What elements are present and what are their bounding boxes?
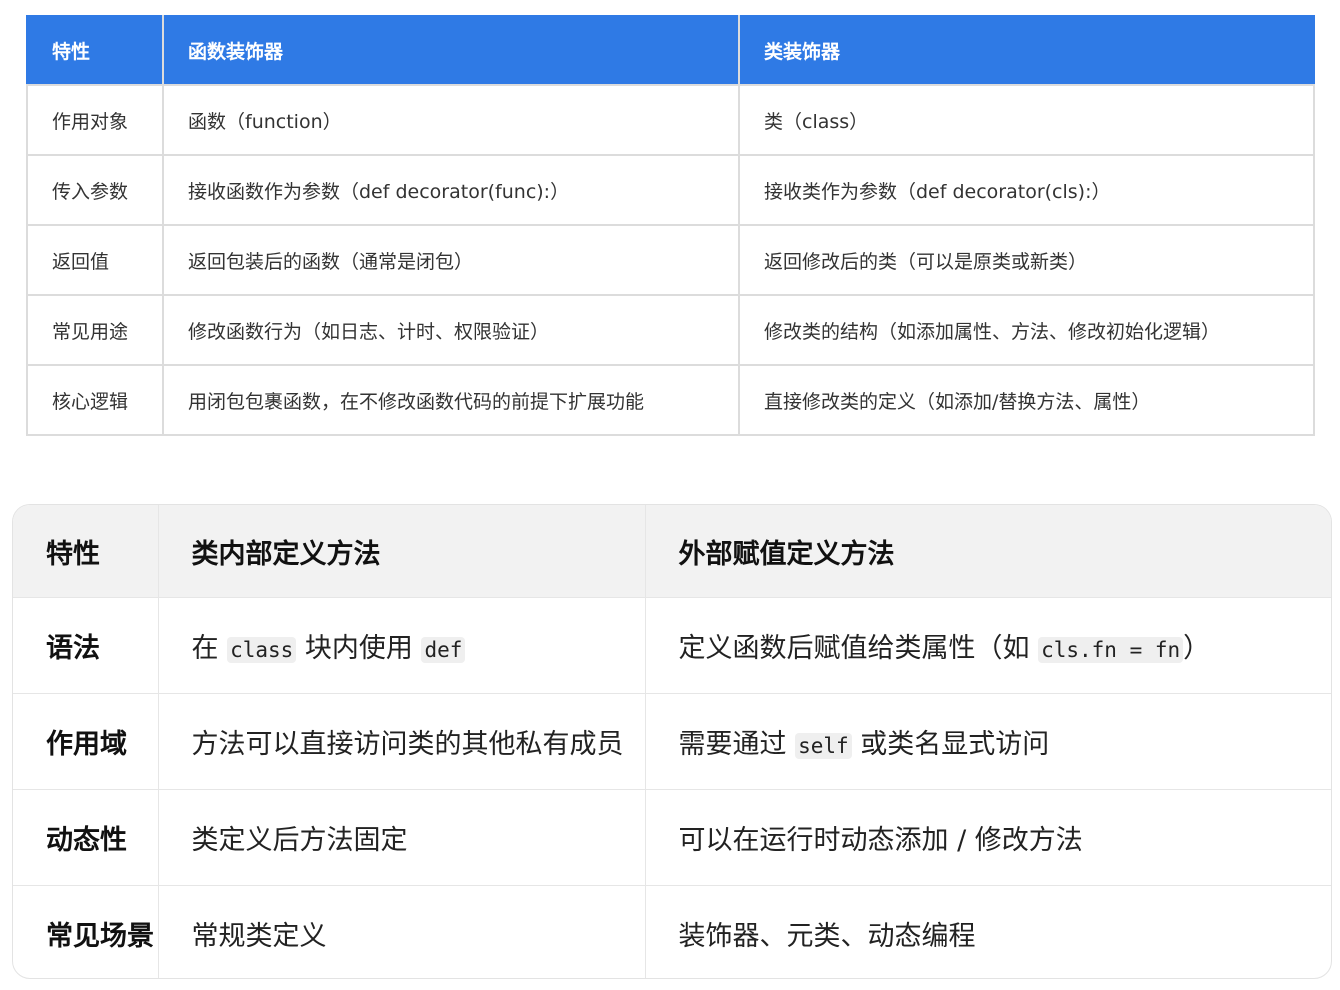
inline-code: cls.fn = fn: [1038, 637, 1184, 663]
cell-text: 定义函数后赋值给类属性（如: [678, 633, 1039, 664]
table-header-row: 特性 函数装饰器 类装饰器: [26, 15, 1315, 86]
table-cell: 接收函数作为参数（def decorator(func):）: [162, 154, 740, 226]
table-row: 动态性 类定义后方法固定 可以在运行时动态添加 / 修改方法: [13, 789, 1331, 886]
table-row: 作用对象 函数（function） 类（class）: [26, 84, 1315, 156]
cell-text: 需要通过: [678, 729, 796, 760]
row-label: 语法: [13, 597, 159, 694]
table-row: 传入参数 接收函数作为参数（def decorator(func):） 接收类作…: [26, 154, 1315, 226]
row-label: 核心逻辑: [26, 364, 164, 436]
row-label: 返回值: [26, 224, 164, 296]
table-cell: 返回修改后的类（可以是原类或新类）: [738, 224, 1315, 296]
cell-text: 块内使用: [296, 633, 422, 664]
header-cell-function-decorator: 函数装饰器: [162, 15, 740, 86]
header-cell-external-method: 外部赋值定义方法: [645, 505, 1331, 598]
header-cell-feature: 特性: [26, 15, 164, 86]
inline-code: def: [421, 637, 466, 663]
table-cell: 定义函数后赋值给类属性（如 cls.fn = fn）: [645, 597, 1331, 694]
inline-code: class: [227, 637, 297, 663]
table-row: 返回值 返回包装后的函数（通常是闭包） 返回修改后的类（可以是原类或新类）: [26, 224, 1315, 296]
table-cell: 装饰器、元类、动态编程: [678, 921, 976, 952]
table-cell: 方法可以直接访问类的其他私有成员: [158, 693, 646, 790]
header-cell-internal-method: 类内部定义方法: [158, 505, 646, 598]
table-cell: 类（class）: [738, 84, 1315, 156]
table-row: 常见场景 常规类定义 装饰器、元类、动态编程: [13, 885, 1331, 978]
table-cell: 直接修改类的定义（如添加/替换方法、属性）: [738, 364, 1315, 436]
table-header-row: 特性 类内部定义方法 外部赋值定义方法: [13, 505, 1331, 598]
cell-text: 在: [191, 633, 228, 664]
row-label: 常见用途: [26, 294, 164, 366]
table-cell: 用闭包包裹函数，在不修改函数代码的前提下扩展功能: [162, 364, 740, 436]
row-label: 动态性: [13, 789, 159, 886]
row-label: 作用对象: [26, 84, 164, 156]
cell-text: 或类名显式访问: [851, 729, 1050, 760]
inline-code: self: [795, 733, 852, 759]
row-label: 常见场景: [13, 885, 159, 978]
table-cell: 修改类的结构（如添加属性、方法、修改初始化逻辑）: [738, 294, 1315, 366]
method-definition-table-card: 特性 类内部定义方法 外部赋值定义方法 语法 在 class 块内使用 def …: [12, 504, 1332, 979]
table-row: 作用域 方法可以直接访问类的其他私有成员 需要通过 self 或类名显式访问: [13, 693, 1331, 790]
row-label: 传入参数: [26, 154, 164, 226]
table-cell: 类定义后方法固定: [158, 789, 646, 886]
table-row: 常见用途 修改函数行为（如日志、计时、权限验证） 修改类的结构（如添加属性、方法…: [26, 294, 1315, 366]
table-cell: 常规类定义: [158, 885, 646, 978]
table-cell: 接收类作为参数（def decorator(cls):）: [738, 154, 1315, 226]
table-row: 核心逻辑 用闭包包裹函数，在不修改函数代码的前提下扩展功能 直接修改类的定义（如…: [26, 364, 1315, 436]
table-cell: 可以在运行时动态添加 / 修改方法: [645, 789, 1331, 886]
header-cell-feature: 特性: [13, 505, 159, 598]
table-cell: 修改函数行为（如日志、计时、权限验证）: [162, 294, 740, 366]
table-cell: 返回包装后的函数（通常是闭包）: [162, 224, 740, 296]
method-definition-table: 特性 类内部定义方法 外部赋值定义方法 语法 在 class 块内使用 def …: [13, 505, 1331, 978]
table-cell: 需要通过 self 或类名显式访问: [645, 693, 1331, 790]
row-label: 作用域: [13, 693, 159, 790]
table-cell: 在 class 块内使用 def: [158, 597, 646, 694]
table-cell: 函数（function）: [162, 84, 740, 156]
table-row: 语法 在 class 块内使用 def 定义函数后赋值给类属性（如 cls.fn…: [13, 597, 1331, 694]
header-cell-class-decorator: 类装饰器: [738, 15, 1315, 86]
cell-text: ）: [1183, 633, 1211, 664]
decorator-comparison-table: 特性 函数装饰器 类装饰器 作用对象 函数（function） 类（class）…: [26, 15, 1315, 436]
